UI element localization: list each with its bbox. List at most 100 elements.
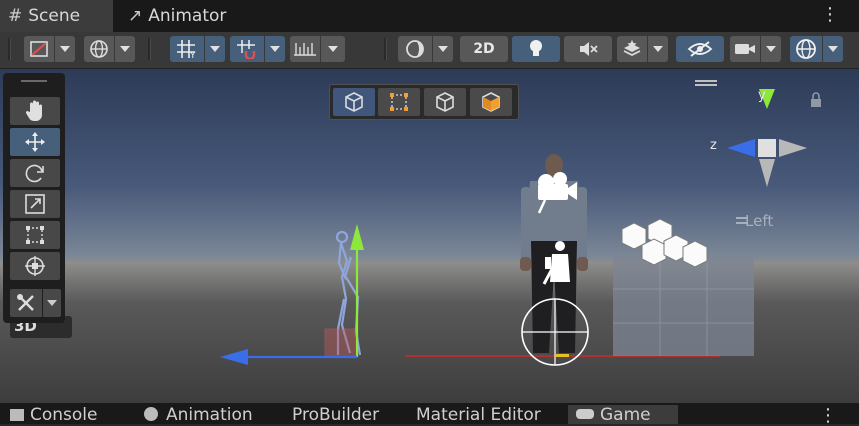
tab-material-editor[interactable]: Material Editor bbox=[416, 405, 541, 425]
shading-mode-button[interactable] bbox=[398, 36, 432, 62]
grid-icon: # bbox=[8, 6, 23, 26]
toolbar-grip bbox=[8, 38, 11, 60]
cube-edge-icon bbox=[436, 92, 454, 112]
effects-button[interactable] bbox=[617, 36, 647, 62]
sphere-icon bbox=[406, 40, 424, 58]
tab-probuilder-label: ProBuilder bbox=[292, 405, 380, 425]
globe-icon bbox=[90, 40, 108, 58]
tab-game-label: Game bbox=[600, 405, 651, 425]
scene-camera-dropdown[interactable] bbox=[761, 36, 781, 62]
chevron-down-icon bbox=[828, 46, 838, 52]
gizmo-z-cone[interactable] bbox=[727, 139, 755, 157]
character-model bbox=[520, 154, 588, 353]
rect-tool-button[interactable] bbox=[10, 221, 60, 249]
object-mode-button[interactable] bbox=[333, 88, 375, 116]
draw-mode-icon bbox=[30, 41, 48, 57]
gizmo-y-label: y bbox=[758, 88, 766, 103]
lock-icon[interactable] bbox=[811, 92, 821, 107]
tab-scene-label: Scene bbox=[28, 6, 81, 26]
scale-tool-button[interactable] bbox=[10, 190, 60, 218]
ruler-icon bbox=[294, 43, 316, 56]
chevron-down-icon bbox=[120, 46, 130, 52]
view-tool-button[interactable] bbox=[10, 97, 60, 125]
render-mode-dropdown[interactable] bbox=[115, 36, 135, 62]
gizmo-z-label: z bbox=[710, 138, 717, 153]
chevron-down-icon bbox=[438, 46, 448, 52]
chevron-down-icon bbox=[766, 46, 776, 52]
tab-animator-label: Animator bbox=[148, 6, 227, 26]
toggle-2d-button[interactable]: 2D bbox=[460, 36, 508, 62]
scene-camera-button[interactable] bbox=[730, 36, 760, 62]
vertex-select-icon bbox=[390, 93, 408, 111]
tab-game[interactable]: Game bbox=[576, 405, 651, 425]
gizmos-button[interactable] bbox=[790, 36, 822, 62]
tab-animation-label: Animation bbox=[166, 405, 253, 425]
toolbar-separator bbox=[148, 38, 151, 60]
lighting-button[interactable] bbox=[512, 36, 560, 62]
vertex-mode-button[interactable] bbox=[378, 88, 420, 116]
shading-mode-dropdown[interactable] bbox=[433, 36, 453, 62]
tab-console-label: Console bbox=[30, 405, 98, 425]
snap-button[interactable] bbox=[230, 36, 264, 62]
selection-plane-handle[interactable] bbox=[324, 328, 356, 357]
effects-dropdown[interactable] bbox=[648, 36, 668, 62]
custom-tools-dropdown[interactable] bbox=[43, 289, 61, 317]
audio-button[interactable] bbox=[564, 36, 612, 62]
transform-tool-button[interactable] bbox=[10, 252, 60, 280]
chevron-down-icon bbox=[328, 46, 338, 52]
render-mode-button[interactable] bbox=[84, 36, 114, 62]
increment-snap-button[interactable] bbox=[290, 36, 320, 62]
gizmo-globe-icon bbox=[796, 39, 816, 59]
tab-animation[interactable]: Animation bbox=[144, 405, 253, 425]
animator-icon: ↗ bbox=[128, 6, 143, 26]
custom-tools-button[interactable] bbox=[10, 289, 42, 317]
tab-console[interactable]: Console bbox=[10, 405, 98, 425]
tab-material-editor-label: Material Editor bbox=[416, 405, 541, 425]
layers-effects-icon bbox=[623, 40, 641, 57]
overlay-grip[interactable] bbox=[21, 80, 47, 82]
gizmo-center-cube[interactable] bbox=[758, 139, 776, 157]
chevron-down-icon bbox=[60, 46, 70, 52]
tool-settings-overlay bbox=[329, 84, 519, 120]
gizmos-dropdown[interactable] bbox=[823, 36, 843, 62]
draw-mode-button[interactable] bbox=[24, 36, 54, 62]
gizmo-neg-z-cone[interactable] bbox=[779, 139, 807, 157]
scale-icon bbox=[25, 194, 45, 214]
y-axis-arrow-icon[interactable] bbox=[350, 224, 364, 250]
face-mode-button[interactable] bbox=[470, 88, 512, 116]
tab-menu-kebab-icon[interactable]: ⋮ bbox=[821, 4, 839, 25]
scene-visibility-button[interactable] bbox=[676, 36, 724, 62]
snap-dropdown[interactable] bbox=[265, 36, 285, 62]
tab-scene[interactable]: # Scene bbox=[0, 0, 113, 32]
draw-mode-dropdown[interactable] bbox=[55, 36, 75, 62]
rotate-tool-button[interactable] bbox=[10, 159, 60, 187]
transform-icon bbox=[25, 256, 45, 276]
grid-dropdown[interactable] bbox=[205, 36, 225, 62]
increment-snap-dropdown[interactable] bbox=[321, 36, 345, 62]
eye-hidden-icon bbox=[687, 41, 713, 57]
gizmo-neg-y-cone[interactable] bbox=[759, 159, 775, 187]
mute-icon bbox=[580, 42, 598, 56]
tab-animator[interactable]: ↗ Animator bbox=[128, 0, 226, 32]
hand-icon bbox=[25, 100, 42, 121]
gamepad-icon bbox=[576, 409, 594, 419]
cube-face-icon bbox=[482, 92, 500, 112]
cube-outline-icon bbox=[345, 92, 363, 112]
grey-cube-object bbox=[613, 254, 754, 356]
z-axis-arrow-icon[interactable] bbox=[220, 349, 248, 365]
clock-icon bbox=[144, 407, 158, 421]
tab-probuilder[interactable]: ProBuilder bbox=[292, 405, 379, 425]
scene-toolbar: Y 2D bbox=[0, 32, 859, 69]
chevron-down-icon bbox=[653, 46, 663, 52]
bottom-tab-menu-kebab-icon[interactable]: ⋮ bbox=[819, 405, 837, 426]
grid-visibility-button[interactable]: Y bbox=[170, 36, 204, 62]
rect-transform-icon bbox=[26, 226, 44, 244]
toolbar-separator bbox=[384, 38, 387, 60]
tools-overlay bbox=[3, 73, 65, 323]
edge-mode-button[interactable] bbox=[424, 88, 466, 116]
move-arrows-icon bbox=[25, 132, 45, 152]
lightbulb-icon bbox=[530, 40, 542, 56]
transform-gizmo bbox=[521, 298, 589, 366]
chevron-down-icon bbox=[210, 46, 220, 52]
move-tool-button[interactable] bbox=[10, 128, 60, 156]
